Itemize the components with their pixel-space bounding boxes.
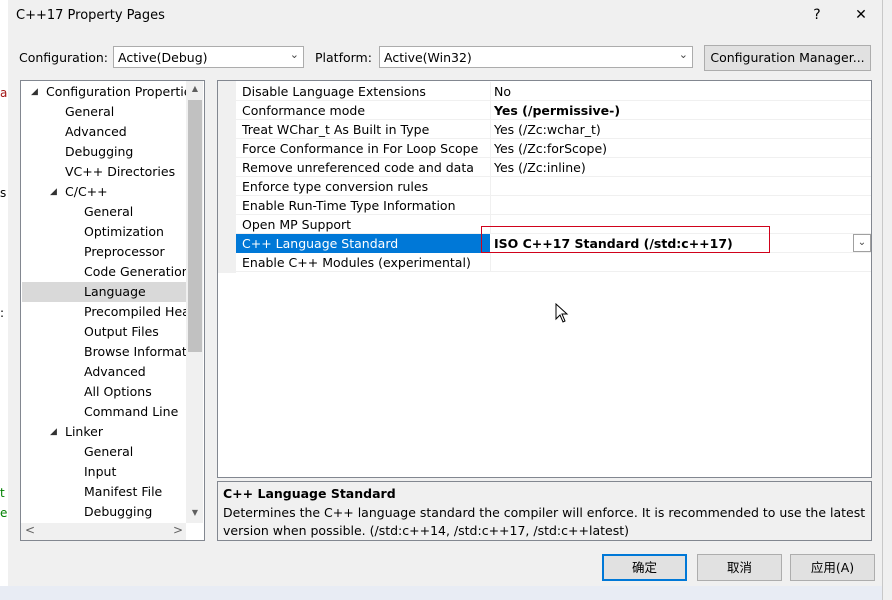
tree-item-linker-general[interactable]: General — [22, 442, 187, 462]
property-row[interactable]: Treat WChar_t As Built in Type Yes (/Zc:… — [236, 120, 871, 139]
property-name: Disable Language Extensions — [242, 84, 426, 99]
tree-item-linker[interactable]: ◢ Linker — [22, 422, 187, 442]
property-name: Enable C++ Modules (experimental) — [242, 255, 471, 270]
property-value: Yes (/Zc:forScope) — [494, 141, 608, 156]
property-name: C++ Language Standard — [242, 236, 399, 251]
configuration-value: Active(Debug) — [118, 50, 208, 65]
property-grid-gutter — [218, 81, 236, 273]
tree-item-input[interactable]: Input — [22, 462, 187, 482]
property-name: Enable Run-Time Type Information — [242, 198, 456, 213]
configuration-select[interactable]: Active(Debug) ⌄ — [113, 46, 304, 68]
tree-scroll-thumb[interactable] — [188, 100, 202, 352]
property-row[interactable]: Disable Language Extensions No — [236, 82, 871, 101]
property-value: Yes (/Zc:inline) — [494, 160, 586, 175]
configuration-label: Configuration: — [19, 50, 108, 65]
background-window-edge-right — [882, 0, 892, 600]
scroll-right-icon[interactable]: > — [173, 523, 183, 537]
tree-item-preprocessor[interactable]: Preprocessor — [22, 242, 187, 262]
category-tree[interactable]: ◢ Configuration Properties General Advan… — [20, 80, 205, 541]
ok-button[interactable]: 确定 — [602, 554, 687, 581]
platform-label: Platform: — [315, 50, 372, 65]
scroll-left-icon[interactable]: < — [25, 523, 35, 537]
scroll-up-icon[interactable]: ▲ — [188, 84, 202, 93]
platform-select[interactable]: Active(Win32) ⌄ — [379, 46, 693, 68]
property-row[interactable]: Enable Run-Time Type Information — [236, 196, 871, 215]
chevron-down-icon: ⌄ — [289, 48, 299, 61]
tree-horizontal-scrollbar[interactable] — [21, 523, 186, 540]
property-row[interactable]: Enable C++ Modules (experimental) — [236, 253, 871, 272]
background-fragment: a — [0, 86, 8, 100]
property-name: Conformance mode — [242, 103, 366, 118]
help-button[interactable]: ? — [802, 4, 832, 26]
property-row[interactable]: Conformance mode Yes (/permissive-) — [236, 101, 871, 120]
description-text: Determines the C++ language standard the… — [223, 505, 866, 538]
background-fragment: s — [0, 186, 7, 200]
tree-item-code-generation[interactable]: Code Generation — [22, 262, 187, 282]
property-row[interactable]: Force Conformance in For Loop Scope Yes … — [236, 139, 871, 158]
tree-item-general[interactable]: General — [22, 102, 187, 122]
tree-item-language[interactable]: Language — [22, 282, 187, 302]
background-fragment: : — [0, 306, 5, 320]
property-name: Enforce type conversion rules — [242, 179, 429, 194]
property-row[interactable]: Remove unreferenced code and data Yes (/… — [236, 158, 871, 177]
chevron-down-icon: ⌄ — [678, 48, 688, 61]
property-name: Treat WChar_t As Built in Type — [242, 122, 430, 137]
highlight-annotation-box — [481, 226, 770, 253]
close-button[interactable]: ✕ — [846, 4, 876, 26]
property-name: Force Conformance in For Loop Scope — [242, 141, 479, 156]
scroll-down-icon[interactable]: ▼ — [188, 508, 202, 517]
tree-item-cpp-general[interactable]: General — [22, 202, 187, 222]
tree-item-browse-information[interactable]: Browse Information — [22, 342, 187, 362]
tree-item-output-files[interactable]: Output Files — [22, 322, 187, 342]
property-name: Remove unreferenced code and data — [242, 160, 474, 175]
tree-item-cpp-advanced[interactable]: Advanced — [22, 362, 187, 382]
platform-value: Active(Win32) — [384, 50, 472, 65]
tree-item-command-line[interactable]: Command Line — [22, 402, 187, 422]
property-value: Yes (/permissive-) — [494, 103, 621, 118]
tree-item-linker-debugging[interactable]: Debugging — [22, 502, 187, 522]
property-value: Yes (/Zc:wchar_t) — [494, 122, 601, 137]
background-taskbar-edge — [0, 586, 892, 600]
value-dropdown-button[interactable]: ⌄ — [853, 234, 871, 252]
tree-item-manifest-file[interactable]: Manifest File — [22, 482, 187, 502]
tree-item-optimization[interactable]: Optimization — [22, 222, 187, 242]
tree-item-vc-directories[interactable]: VC++ Directories — [22, 162, 187, 182]
tree-item-debugging[interactable]: Debugging — [22, 142, 187, 162]
expand-arrow-icon[interactable]: ◢ — [31, 82, 38, 102]
window-title: C++17 Property Pages — [16, 8, 165, 23]
cancel-button[interactable]: 取消 — [697, 554, 782, 581]
property-name: Open MP Support — [242, 217, 352, 232]
tree-item-c-cpp[interactable]: ◢ C/C++ — [22, 182, 187, 202]
tree-item-all-options[interactable]: All Options — [22, 382, 187, 402]
background-fragment: e — [0, 506, 8, 520]
tree-item-configuration-properties[interactable]: ◢ Configuration Properties — [22, 82, 187, 102]
property-value: No — [494, 84, 511, 99]
property-row[interactable]: Enforce type conversion rules — [236, 177, 871, 196]
expand-arrow-icon[interactable]: ◢ — [50, 422, 57, 442]
description-title: C++ Language Standard — [223, 486, 396, 501]
tree-item-advanced[interactable]: Advanced — [22, 122, 187, 142]
background-fragment: t — [0, 486, 5, 500]
expand-arrow-icon[interactable]: ◢ — [50, 182, 57, 202]
description-panel: C++ Language Standard Determines the C++… — [217, 481, 872, 541]
configuration-manager-button[interactable]: Configuration Manager... — [704, 45, 871, 71]
mouse-cursor-icon — [555, 303, 569, 323]
tree-item-precompiled-headers[interactable]: Precompiled Headers — [22, 302, 187, 322]
apply-button[interactable]: 应用(A) — [790, 554, 875, 581]
